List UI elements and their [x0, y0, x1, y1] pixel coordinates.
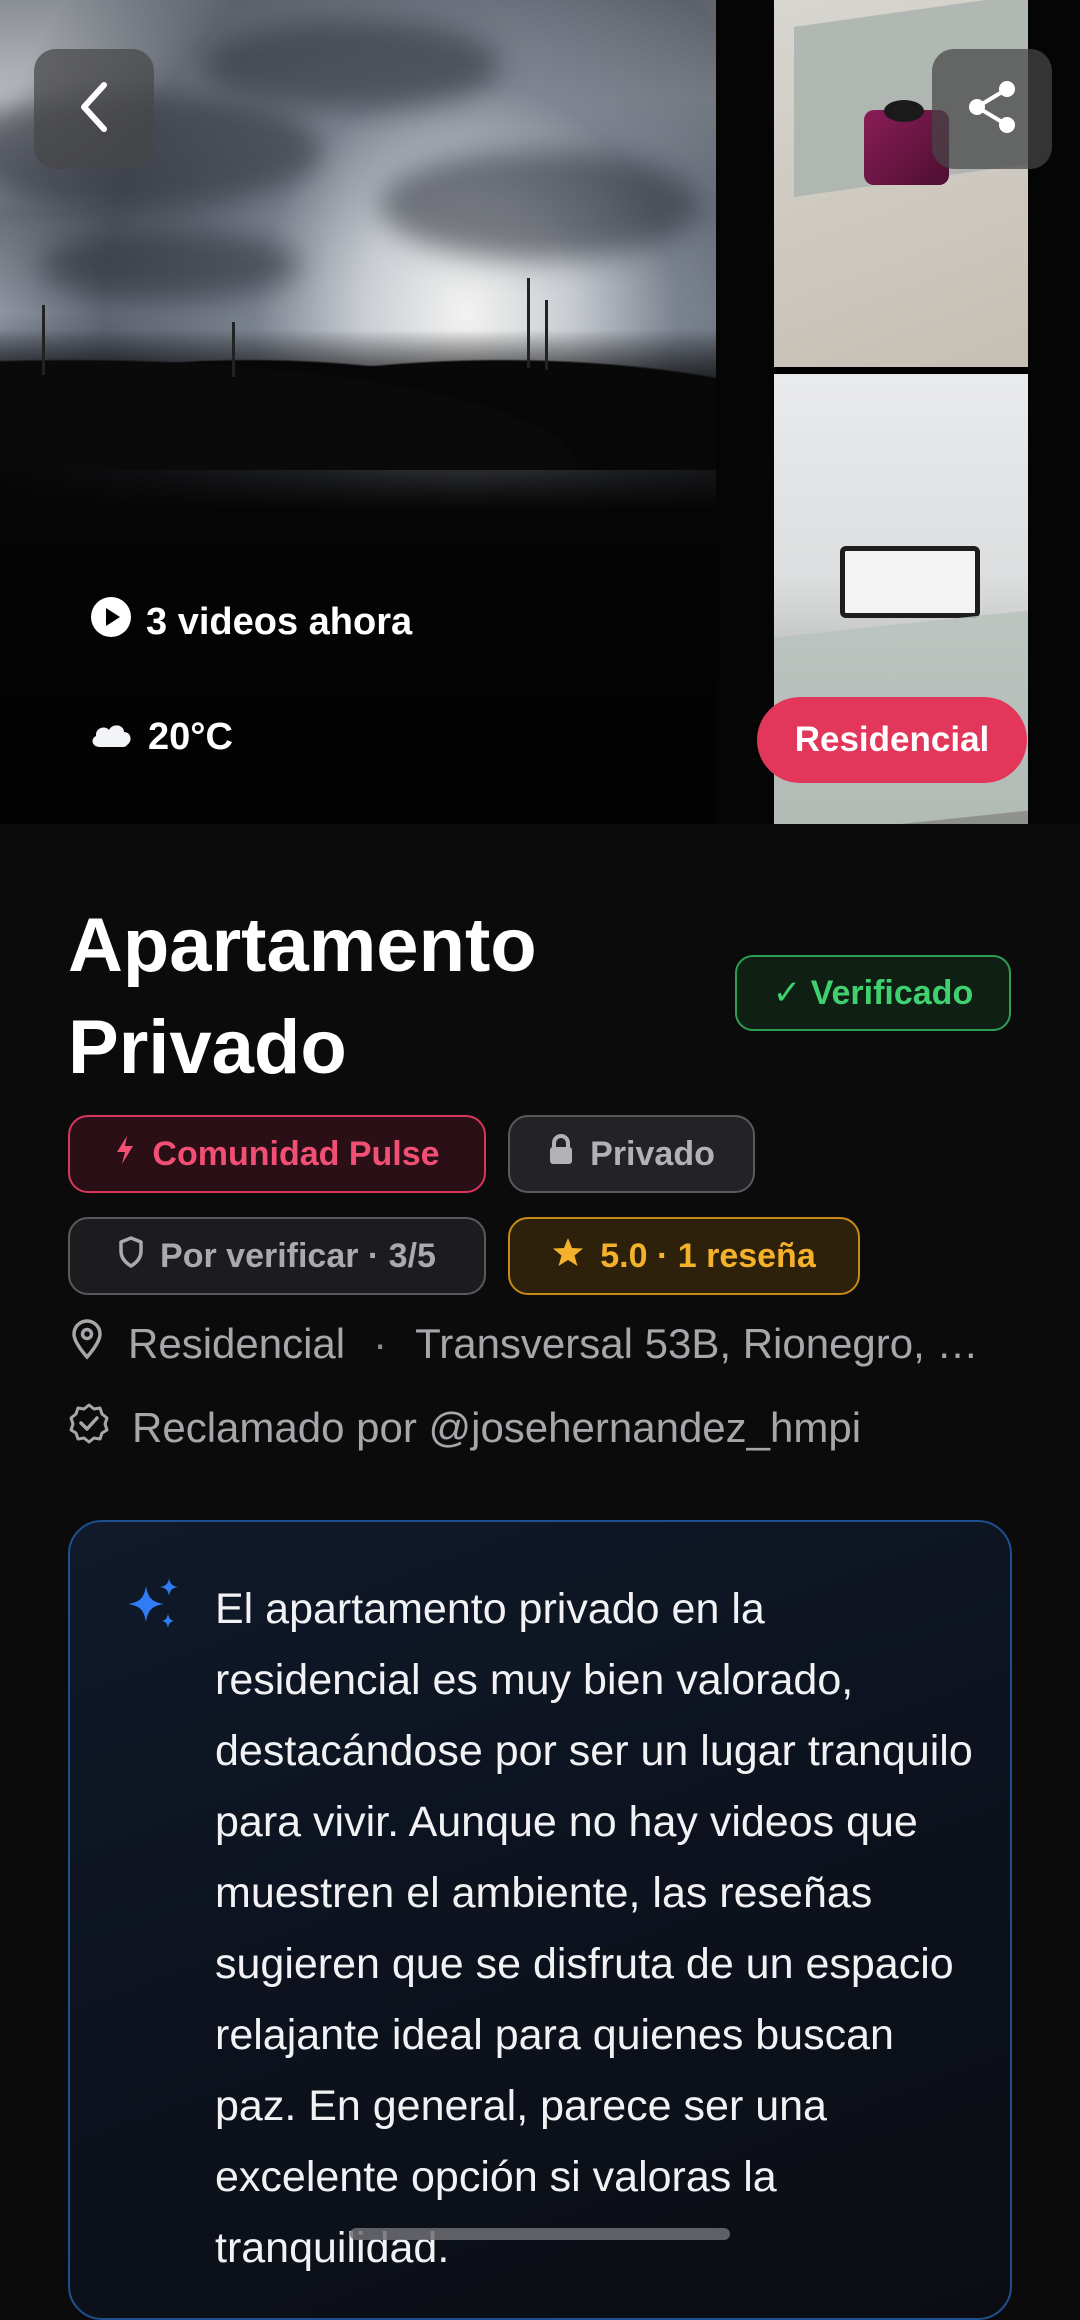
play-circle-icon [90, 596, 132, 648]
lock-icon [548, 1133, 574, 1175]
map-pin-icon [68, 1318, 106, 1370]
verified-seal-icon [68, 1402, 110, 1454]
cloud-icon [88, 716, 134, 759]
verified-badge: ✓ Verificado [735, 955, 1011, 1031]
back-button[interactable] [34, 49, 154, 169]
star-icon [552, 1236, 584, 1277]
meta-separator: · [373, 1320, 388, 1367]
videos-count[interactable]: 3 videos ahora [90, 596, 412, 648]
ai-summary-text: El apartamento privado en la residencial… [215, 1585, 973, 2272]
claimed-by-line[interactable]: Reclamado por @josehernandez_hmpi [68, 1402, 861, 1454]
lightning-icon [114, 1134, 136, 1175]
shield-icon [118, 1235, 144, 1277]
videos-count-label: 3 videos ahora [146, 600, 413, 643]
community-pulse-chip[interactable]: Comunidad Pulse [68, 1115, 486, 1193]
location-address: Transversal 53B, Rionegro, … [415, 1320, 979, 1367]
rating-label: 5.0 · 1 reseña [600, 1236, 816, 1275]
weather-temp: 20°C [148, 716, 233, 758]
weather-info: 20°C [88, 716, 233, 759]
claimed-by-label: Reclamado por @josehernandez_hmpi [132, 1404, 862, 1451]
ai-summary-card: El apartamento privado en la residencial… [68, 1520, 1012, 2320]
community-pulse-label: Comunidad Pulse [152, 1134, 440, 1173]
hero-media[interactable]: 3 videos ahora 20°C Residencial [0, 0, 1080, 824]
home-indicator[interactable] [350, 2228, 730, 2240]
location-line[interactable]: Residencial · Transversal 53B, Rionegro,… [68, 1318, 1013, 1370]
page-title: Apartamento Privado [68, 903, 537, 1090]
share-icon [965, 79, 1019, 140]
chevron-left-icon [72, 79, 116, 140]
verification-status-label: Por verificar · 3/5 [160, 1236, 436, 1275]
rating-chip[interactable]: 5.0 · 1 reseña [508, 1217, 860, 1295]
location-category: Residencial [128, 1320, 346, 1367]
privacy-label: Privado [590, 1134, 715, 1173]
verification-status-chip[interactable]: Por verificar · 3/5 [68, 1217, 486, 1295]
category-pill[interactable]: Residencial [757, 697, 1027, 783]
sparkles-icon [124, 1576, 184, 1641]
share-button[interactable] [932, 49, 1052, 169]
privacy-chip[interactable]: Privado [508, 1115, 755, 1193]
